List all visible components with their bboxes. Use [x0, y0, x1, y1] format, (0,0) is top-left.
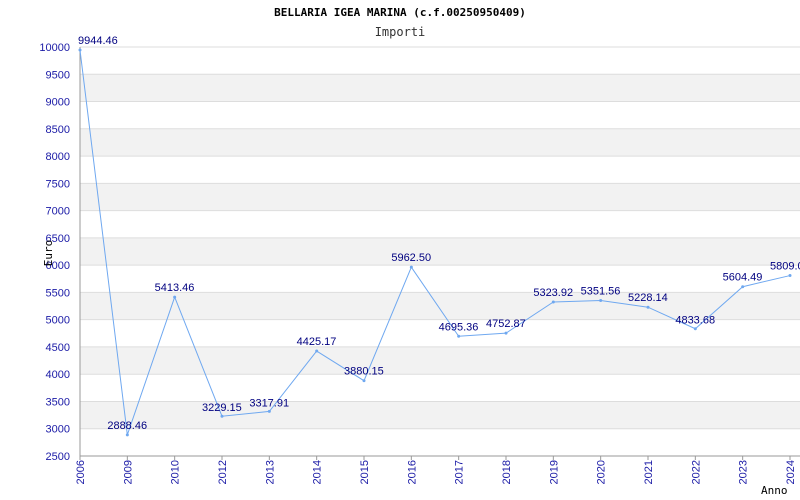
x-tick-label: 2014 — [312, 460, 324, 484]
data-label: 3317.91 — [249, 397, 289, 409]
x-tick-label: 2018 — [501, 460, 513, 484]
data-point — [267, 409, 271, 413]
data-label: 5228.14 — [628, 292, 668, 304]
x-tick-label: 2019 — [548, 460, 560, 484]
data-point — [646, 305, 650, 309]
x-tick-label: 2012 — [217, 460, 229, 484]
data-point — [788, 274, 792, 278]
data-point — [362, 379, 366, 383]
y-tick-label: 3500 — [46, 396, 70, 408]
data-label: 4833.68 — [675, 315, 715, 327]
data-point — [504, 331, 508, 335]
y-tick-label: 9000 — [46, 97, 70, 109]
data-label: 2888.46 — [107, 420, 147, 432]
x-tick-label: 2015 — [359, 460, 371, 484]
y-tick-label: 4000 — [46, 369, 70, 381]
data-point — [741, 285, 745, 289]
y-tick-label: 8000 — [46, 151, 70, 163]
grid-band — [80, 346, 800, 375]
x-tick-label: 2006 — [75, 460, 87, 484]
x-tick-label: 2022 — [690, 460, 702, 484]
data-point — [125, 433, 129, 437]
data-label: 9944.46 — [78, 35, 118, 47]
grid-band — [80, 74, 800, 102]
x-tick-label: 2023 — [738, 460, 750, 484]
data-label: 5962.50 — [391, 252, 431, 264]
grid-band — [80, 128, 800, 157]
x-tick-label: 2020 — [596, 460, 608, 484]
x-tick-label: 2021 — [643, 460, 655, 484]
grid-band — [80, 401, 800, 429]
data-point — [78, 48, 82, 52]
data-label: 3880.15 — [344, 366, 384, 378]
data-label: 5413.46 — [155, 282, 195, 294]
y-tick-label: 7500 — [46, 178, 70, 190]
data-label: 5809.0 — [770, 261, 800, 273]
data-label: 5604.49 — [723, 272, 763, 284]
x-axis-label: Anno — [761, 484, 788, 497]
data-point — [599, 298, 603, 302]
data-point — [551, 300, 555, 304]
y-tick-label: 10000 — [39, 42, 70, 54]
x-tick-label: 2016 — [406, 460, 418, 484]
x-tick-label: 2017 — [454, 460, 466, 484]
y-tick-label: 8500 — [46, 124, 70, 136]
y-tick-label: 7000 — [46, 206, 70, 218]
grid-band — [80, 183, 800, 211]
x-tick-label: 2013 — [264, 460, 276, 484]
data-label: 5323.92 — [533, 287, 573, 299]
y-tick-label: 4500 — [46, 342, 70, 354]
x-tick-label: 2024 — [785, 460, 797, 484]
grid-band — [80, 237, 800, 266]
data-label: 3229.15 — [202, 402, 242, 414]
y-tick-label: 2500 — [46, 451, 70, 463]
data-label: 4695.36 — [439, 321, 479, 333]
y-axis-label: Euro — [42, 240, 55, 267]
x-tick-label: 2009 — [122, 460, 134, 484]
y-tick-label: 9500 — [46, 69, 70, 81]
line-chart: 2500300035004000450050005500600065007000… — [39, 35, 800, 497]
data-point — [315, 349, 319, 353]
data-point — [173, 295, 177, 299]
data-label: 4425.17 — [297, 336, 337, 348]
x-tick-label: 2010 — [170, 460, 182, 484]
y-tick-label: 5500 — [46, 287, 70, 299]
data-point — [409, 265, 413, 269]
y-tick-label: 5000 — [46, 315, 70, 327]
data-point — [693, 327, 697, 331]
data-point — [220, 414, 224, 418]
data-point — [457, 334, 461, 338]
data-label: 5351.56 — [581, 285, 621, 297]
data-label: 4752.87 — [486, 318, 526, 330]
y-tick-label: 3000 — [46, 424, 70, 436]
